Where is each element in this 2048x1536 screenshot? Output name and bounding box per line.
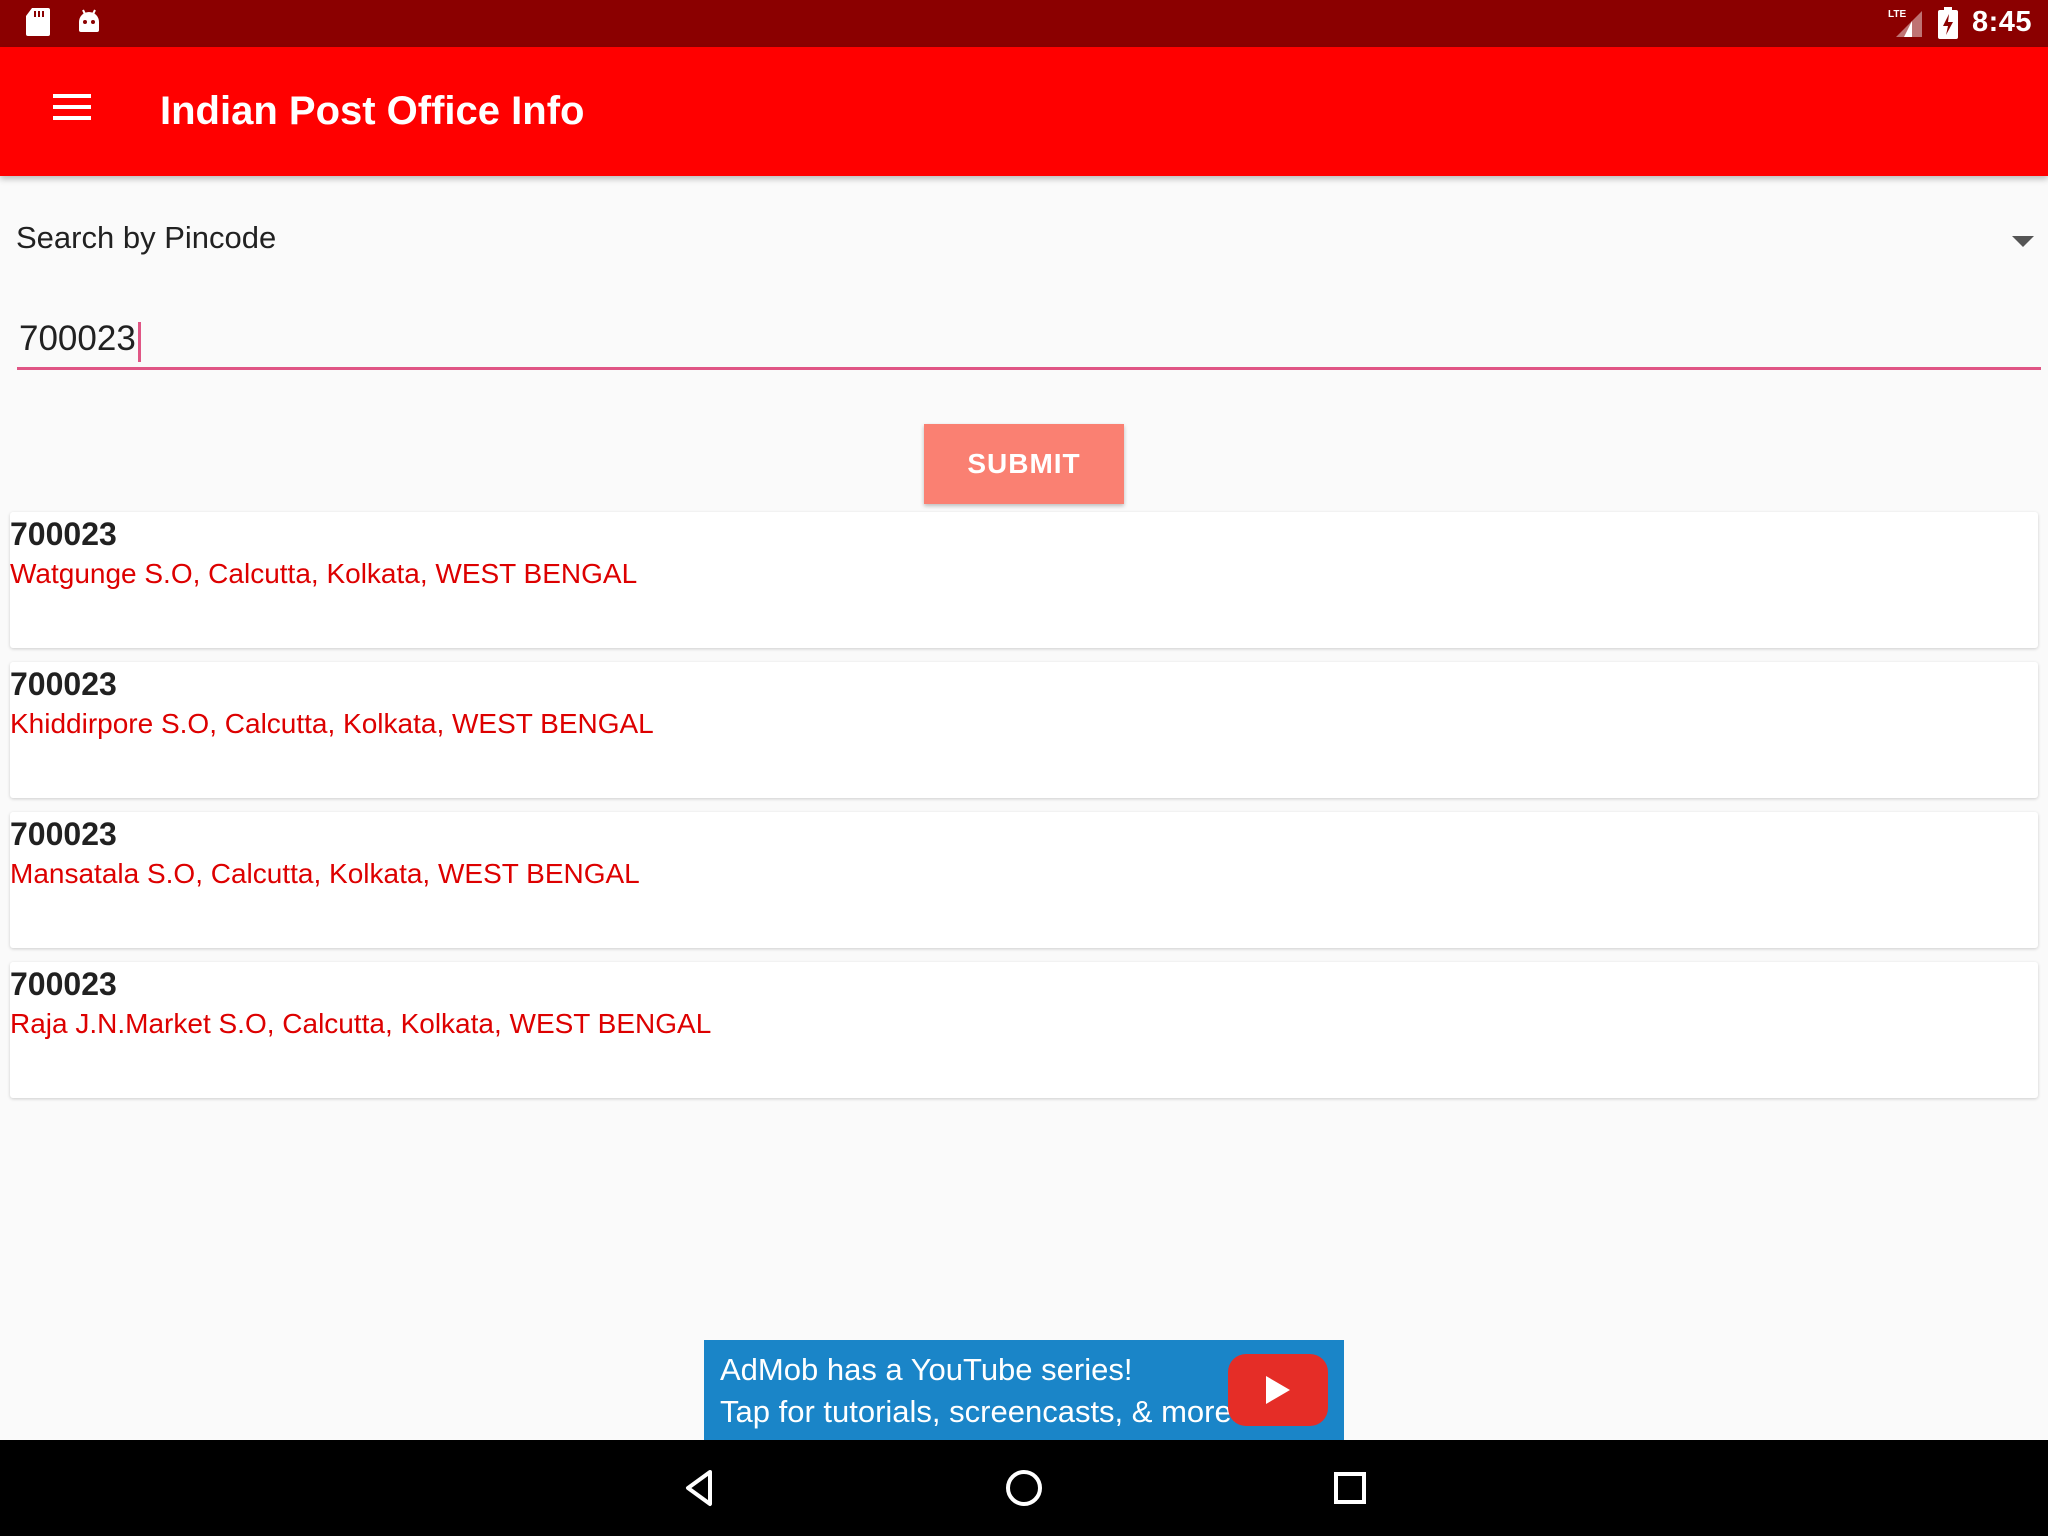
app-title: Indian Post Office Info (160, 89, 585, 133)
search-mode-label: Search by Pincode (16, 220, 277, 255)
submit-button[interactable]: SUBMIT (924, 424, 1124, 504)
sd-card-icon (26, 8, 50, 36)
dropdown-arrow-icon (2012, 236, 2034, 247)
text-cursor (138, 322, 141, 362)
search-mode-dropdown[interactable]: Search by Pincode (0, 210, 2048, 270)
back-icon[interactable] (676, 1464, 724, 1512)
result-address: Khiddirpore S.O, Calcutta, Kolkata, WEST… (10, 708, 654, 739)
status-bar: LTE 8:45 (0, 0, 2048, 47)
recent-apps-icon[interactable] (1326, 1464, 1374, 1512)
status-icons-left (26, 8, 102, 36)
app-bar: Indian Post Office Info (0, 47, 2048, 176)
status-icons-right: LTE 8:45 (1888, 6, 2032, 39)
result-item[interactable]: 700023 Watgunge S.O, Calcutta, Kolkata, … (10, 512, 2038, 648)
home-icon[interactable] (1000, 1464, 1048, 1512)
lte-label: LTE (1888, 9, 1906, 20)
result-address: Mansatala S.O, Calcutta, Kolkata, WEST B… (10, 858, 640, 889)
result-pincode: 700023 (10, 516, 117, 552)
lte-signal-icon: LTE (1888, 9, 1922, 37)
result-address: Watgunge S.O, Calcutta, Kolkata, WEST BE… (10, 558, 638, 589)
android-debug-icon (79, 9, 99, 32)
battery-charging-icon (1937, 6, 1958, 39)
system-nav-bar (0, 1440, 2048, 1536)
result-item[interactable]: 700023 Mansatala S.O, Calcutta, Kolkata,… (10, 812, 2038, 948)
pincode-input[interactable] (17, 310, 2041, 370)
results-list: 700023 Watgunge S.O, Calcutta, Kolkata, … (10, 512, 2038, 1112)
ad-banner[interactable]: AdMob has a YouTube series! Tap for tuto… (704, 1340, 1344, 1440)
result-pincode: 700023 (10, 966, 117, 1002)
youtube-play-icon (1228, 1354, 1328, 1426)
result-pincode: 700023 (10, 666, 117, 702)
ad-headline: AdMob has a YouTube series! (720, 1352, 1133, 1387)
status-time: 8:45 (1971, 6, 2032, 38)
result-item[interactable]: 700023 Raja J.N.Market S.O, Calcutta, Ko… (10, 962, 2038, 1098)
ad-subline: Tap for tutorials, screencasts, & more. (720, 1394, 1241, 1429)
result-address: Raja J.N.Market S.O, Calcutta, Kolkata, … (10, 1008, 712, 1039)
hamburger-menu-icon[interactable] (44, 87, 100, 135)
result-pincode: 700023 (10, 816, 117, 852)
result-item[interactable]: 700023 Khiddirpore S.O, Calcutta, Kolkat… (10, 662, 2038, 798)
